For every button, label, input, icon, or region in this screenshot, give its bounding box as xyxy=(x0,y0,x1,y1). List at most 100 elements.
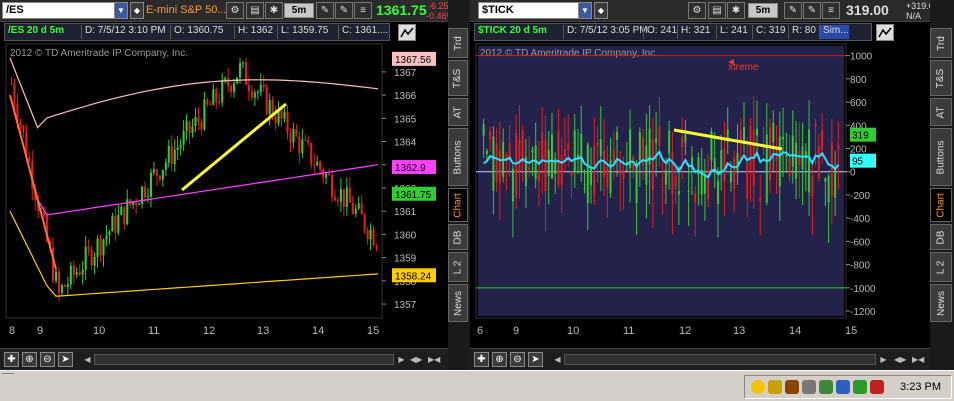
scroll-right-icon[interactable]: ▶ xyxy=(878,354,889,365)
windows-taskbar: 3:23 PM xyxy=(0,370,954,401)
symbol-dropdown-icon[interactable]: ▼ xyxy=(578,2,592,19)
symbol-link-icon[interactable]: ◆ xyxy=(130,2,144,19)
es-symbol-input[interactable]: /ES xyxy=(2,2,128,19)
pencil-icon[interactable]: ✎ xyxy=(316,2,334,19)
side-tab-news[interactable]: News xyxy=(930,284,952,322)
settings-icon[interactable]: ✱ xyxy=(265,2,283,19)
gear-icon[interactable]: ⚙ xyxy=(226,2,244,19)
es-ytick-label: 1362 xyxy=(394,184,417,195)
es-price-chart[interactable]: 2012 © TD Ameritrade IP Company, Inc. 136… xyxy=(0,0,448,370)
crosshair-icon[interactable]: ✚ xyxy=(474,352,489,367)
side-tab-db[interactable]: DB xyxy=(448,224,468,250)
pencil-icon[interactable]: ✎ xyxy=(335,2,353,19)
tick-bottom-bar: ✚ ⊕ ⊖ ➤ ◀ ▶ ◀▶ ▶◀ xyxy=(470,348,930,370)
side-tab-at[interactable]: AT xyxy=(448,98,468,126)
printer-icon[interactable]: ▤ xyxy=(246,2,264,19)
es-period-button[interactable]: 5m xyxy=(284,3,314,18)
es-xtick-label: 10 xyxy=(93,325,105,337)
side-tab-chart[interactable]: Chart xyxy=(930,188,952,222)
pointer-icon[interactable]: ➤ xyxy=(528,352,543,367)
update-icon[interactable] xyxy=(870,380,884,394)
tick-candle-body xyxy=(511,168,514,202)
drawing-tools-icon[interactable]: ≡ xyxy=(822,2,840,19)
es-change-pct: -0.46% xyxy=(426,11,448,21)
tick-chart[interactable]: 2012 © TD Ameritrade IP Company, Inc. 100… xyxy=(470,0,930,370)
es-candle-body xyxy=(244,62,247,85)
side-tab-buttons[interactable]: Buttons xyxy=(930,128,952,186)
resize-grip[interactable] xyxy=(2,373,14,378)
side-tab-l2[interactable]: L 2 xyxy=(448,252,468,282)
tick-candle-body xyxy=(668,131,671,154)
tick-sim[interactable]: Sim... xyxy=(819,25,849,39)
studies-icon[interactable] xyxy=(398,24,416,41)
collapse-icon[interactable]: ▶◀ xyxy=(428,354,440,365)
wifi-icon[interactable] xyxy=(853,380,867,394)
side-tab-ts[interactable]: T&S xyxy=(448,60,468,96)
side-tab-ts[interactable]: T&S xyxy=(930,60,952,96)
taskbar-clock[interactable]: 3:23 PM xyxy=(900,381,941,393)
zoom-out-icon[interactable]: ⊖ xyxy=(40,352,55,367)
sync-icon[interactable] xyxy=(836,380,850,394)
es-candle-body xyxy=(283,111,286,119)
tick-toolbar: $TICK ▼ ◆ ⚙ ▤ ✱ 5m ✎ ✎ ≡ 319.00 +319.00 … xyxy=(470,0,930,22)
tick-candle-body xyxy=(837,144,840,150)
smiley-icon[interactable] xyxy=(751,380,765,394)
drawing-tools-icon[interactable]: ≡ xyxy=(354,2,372,19)
symbol-link-icon[interactable]: ◆ xyxy=(594,2,608,19)
es-candle-body xyxy=(277,109,280,124)
tick-candle-body xyxy=(811,175,814,197)
es-candle-body xyxy=(51,248,55,281)
es-xtick-label: 13 xyxy=(257,325,269,337)
collapse-icon[interactable]: ▶◀ xyxy=(912,354,924,365)
zoom-in-icon[interactable]: ⊕ xyxy=(492,352,507,367)
es-candle-body xyxy=(194,117,197,127)
side-tab-trd[interactable]: Trd xyxy=(930,28,952,58)
es-candle-body xyxy=(129,199,132,206)
side-tab-at[interactable]: AT xyxy=(930,98,952,126)
tick-candle-body xyxy=(749,126,752,171)
es-candle-body xyxy=(325,173,328,178)
side-tab-db[interactable]: DB xyxy=(930,224,952,250)
network-icon[interactable] xyxy=(802,380,816,394)
tick-xtick-label: 13 xyxy=(733,325,745,337)
side-tab-label: DB xyxy=(935,230,947,244)
tick-candle-body xyxy=(733,157,736,189)
symbol-dropdown-icon[interactable]: ▼ xyxy=(114,2,128,19)
pencil-icon[interactable]: ✎ xyxy=(784,2,802,19)
gear-icon[interactable]: ⚙ xyxy=(688,2,706,19)
settings-icon[interactable]: ✱ xyxy=(727,2,745,19)
es-candle-body xyxy=(152,169,155,173)
tick-candle-body xyxy=(622,169,625,179)
zoom-in-icon[interactable]: ⊕ xyxy=(22,352,37,367)
lock-icon[interactable] xyxy=(768,380,782,394)
tick-scrollbar[interactable] xyxy=(564,354,876,365)
tick-change-pct: N/A xyxy=(906,11,922,21)
es-scrollbar[interactable] xyxy=(94,354,394,365)
tick-candle-body xyxy=(593,145,596,195)
pointer-icon[interactable]: ➤ xyxy=(58,352,73,367)
tick-period-button[interactable]: 5m xyxy=(748,3,778,18)
es-candle-body xyxy=(170,145,173,165)
printer-icon[interactable]: ▤ xyxy=(708,2,726,19)
es-candle-body xyxy=(250,91,253,98)
side-tab-chart[interactable]: Chart xyxy=(448,188,468,222)
scroll-left-icon[interactable]: ◀ xyxy=(82,354,93,365)
tick-symbol-input[interactable]: $TICK xyxy=(478,2,592,19)
tick-candle-body xyxy=(547,149,550,177)
expand-icon[interactable]: ◀▶ xyxy=(410,354,422,365)
security-icon[interactable] xyxy=(819,380,833,394)
side-tab-l2[interactable]: L 2 xyxy=(930,252,952,282)
crosshair-icon[interactable]: ✚ xyxy=(4,352,19,367)
tick-candle-body xyxy=(515,133,518,199)
scroll-left-icon[interactable]: ◀ xyxy=(552,354,563,365)
speaker-icon[interactable] xyxy=(785,380,799,394)
tick-candle-body xyxy=(798,151,801,165)
studies-icon[interactable] xyxy=(876,24,894,41)
side-tab-news[interactable]: News xyxy=(448,284,468,322)
zoom-out-icon[interactable]: ⊖ xyxy=(510,352,525,367)
scroll-right-icon[interactable]: ▶ xyxy=(396,354,407,365)
pencil-icon[interactable]: ✎ xyxy=(803,2,821,19)
side-tab-trd[interactable]: Trd xyxy=(448,28,468,58)
expand-icon[interactable]: ◀▶ xyxy=(894,354,906,365)
side-tab-buttons[interactable]: Buttons xyxy=(448,128,468,186)
